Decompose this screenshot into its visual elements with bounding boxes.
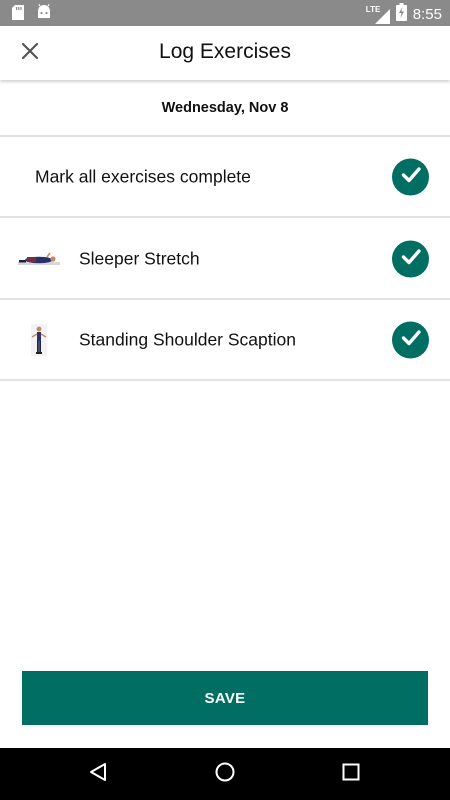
exercise-name: Standing Shoulder Scaption xyxy=(79,329,296,349)
exercise-complete-checkbox[interactable] xyxy=(392,321,429,358)
status-time: 8:55 xyxy=(412,6,442,23)
exercise-complete-checkbox[interactable] xyxy=(392,240,429,277)
mark-all-label: Mark all exercises complete xyxy=(35,166,251,186)
android-icon xyxy=(36,3,52,25)
back-icon xyxy=(87,761,109,788)
sleeper-stretch-thumbnail xyxy=(17,242,61,276)
home-button[interactable] xyxy=(213,762,237,786)
status-bar: LTE 8:55 xyxy=(0,0,450,26)
date-header: Wednesday, Nov 8 xyxy=(0,80,450,137)
save-button[interactable]: SAVE xyxy=(22,671,428,725)
recents-button[interactable] xyxy=(339,762,363,786)
exercise-row-standing-shoulder-scaption[interactable]: Standing Shoulder Scaption xyxy=(0,300,450,381)
signal-icon: LTE xyxy=(366,5,390,24)
status-left-icons xyxy=(12,3,52,25)
sd-card-icon xyxy=(12,4,24,25)
app-bar: Log Exercises xyxy=(0,26,450,80)
standing-shoulder-scaption-thumbnail xyxy=(17,323,61,357)
home-icon xyxy=(214,761,236,788)
exercise-name: Sleeper Stretch xyxy=(79,248,200,268)
status-right-icons: LTE 8:55 xyxy=(366,3,442,26)
date-label: Wednesday, Nov 8 xyxy=(161,99,289,116)
checkmark-icon xyxy=(400,245,422,272)
back-button[interactable] xyxy=(86,762,110,786)
mark-all-checkbox[interactable] xyxy=(392,158,429,195)
page-title: Log Exercises xyxy=(159,40,291,63)
battery-icon xyxy=(395,3,407,26)
mark-all-row[interactable]: Mark all exercises complete xyxy=(0,137,450,218)
system-nav-bar xyxy=(0,748,450,800)
exercise-row-sleeper-stretch[interactable]: Sleeper Stretch xyxy=(0,219,450,300)
checkmark-icon xyxy=(400,163,422,190)
recents-icon xyxy=(340,761,362,788)
checkmark-icon xyxy=(400,326,422,353)
